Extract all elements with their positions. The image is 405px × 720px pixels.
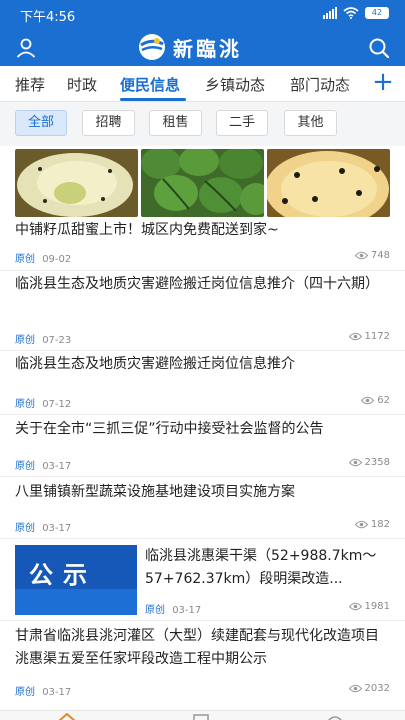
news-meta: 原创 07-23 1172: [15, 331, 390, 347]
news-photo-watermelons[interactable]: [141, 149, 264, 217]
bottom-nav-bar: [0, 710, 405, 720]
tab-recommend[interactable]: 推荐: [15, 74, 45, 95]
news-date: 03-17: [42, 461, 72, 472]
app-logo: 新臨洮: [137, 32, 242, 62]
user-icon[interactable]: [14, 36, 38, 60]
eye-icon: [361, 396, 375, 405]
news-date: 03-17: [172, 605, 202, 616]
news-meta: 原创 03-17 182: [15, 519, 390, 535]
divider: [0, 270, 405, 271]
news-photo-melon-slice[interactable]: [15, 149, 138, 217]
view-count-value: 2358: [364, 457, 390, 468]
news-meta: 原创 07-12 62: [15, 395, 390, 411]
news-date: 07-23: [42, 335, 72, 346]
news-meta: 原创 03-17 2032: [15, 683, 390, 699]
search-icon[interactable]: [367, 36, 391, 60]
profile-icon[interactable]: [326, 713, 344, 720]
tabs-fade: [341, 66, 371, 101]
eye-icon: [354, 520, 368, 529]
view-count-value: 1981: [364, 601, 390, 612]
filter-all[interactable]: 全部: [15, 110, 67, 136]
news-title[interactable]: 关于在全市“三抓三促”行动中接受社会监督的公告: [15, 418, 390, 441]
home-icon[interactable]: [58, 713, 76, 720]
view-count-value: 748: [370, 250, 390, 261]
news-thumbnail-notice[interactable]: 公示: [15, 545, 137, 615]
view-count-value: 62: [377, 395, 390, 406]
news-title[interactable]: 临洮县生态及地质灾害避险搬迁岗位信息推介: [15, 353, 390, 376]
tab-town-news[interactable]: 乡镇动态: [205, 74, 265, 95]
filter-jobs[interactable]: 招聘: [82, 110, 135, 136]
news-title[interactable]: 中铺籽瓜甜蜜上市！城区内免费配送到家~: [15, 219, 390, 242]
news-title[interactable]: 临洮县洮惠渠干渠（52+988.7km～57+762.37km）段明渠改造...: [145, 545, 390, 591]
news-source: 原创: [15, 461, 35, 472]
eye-icon: [348, 458, 362, 467]
news-meta: 原创 09-02 748: [15, 250, 390, 266]
view-count: 2032: [348, 683, 390, 694]
view-count: 2358: [348, 457, 390, 468]
view-count-value: 182: [370, 519, 390, 530]
view-count: 748: [354, 250, 390, 261]
news-date: 07-12: [42, 399, 72, 410]
news-source: 原创: [15, 254, 35, 265]
eye-icon: [354, 251, 368, 260]
brand-name: 新臨洮: [173, 36, 242, 61]
news-photo-melon-seeds[interactable]: [267, 149, 390, 217]
view-count: 1981: [348, 601, 390, 612]
news-source: 原创: [15, 687, 35, 698]
news-source: 原创: [15, 335, 35, 346]
divider: [0, 538, 405, 539]
tab-politics[interactable]: 时政: [67, 74, 97, 95]
add-channel-button[interactable]: +: [369, 69, 397, 97]
thumbnail-text: 公示: [29, 561, 97, 589]
divider: [0, 350, 405, 351]
filter-second-hand[interactable]: 二手: [216, 110, 268, 136]
eye-icon: [348, 684, 362, 693]
tab-convenience-info[interactable]: 便民信息: [120, 74, 180, 95]
view-count: 62: [361, 395, 390, 406]
news-title[interactable]: 临洮县生态及地质灾害避险搬迁岗位信息推介（四十六期）: [15, 273, 390, 296]
news-meta: 原创 03-17 1981: [145, 601, 390, 617]
eye-icon: [348, 602, 362, 611]
filter-rent-sale[interactable]: 租售: [149, 110, 202, 136]
category-tabs: 推荐 时政 便民信息 乡镇动态 部门动态 +: [0, 66, 405, 102]
news-source: 原创: [15, 399, 35, 410]
filter-other[interactable]: 其他: [284, 110, 337, 136]
active-tab-indicator: [120, 98, 186, 101]
divider: [0, 620, 405, 621]
news-date: 03-17: [42, 523, 72, 534]
news-date: 03-17: [42, 687, 72, 698]
view-count: 1172: [348, 331, 390, 342]
status-time: 下午4:56: [20, 10, 76, 25]
status-bar: 下午4:56 42: [0, 0, 405, 30]
view-count-value: 2032: [364, 683, 390, 694]
logo-emblem-icon: [139, 34, 165, 60]
status-icons: 42: [323, 7, 389, 19]
thumbnail-band: [15, 589, 137, 615]
app-header: 新臨洮: [0, 30, 405, 66]
divider: [0, 476, 405, 477]
divider: [0, 414, 405, 415]
filter-bar: 全部 招聘 租售 二手 其他: [0, 102, 405, 146]
news-date: 09-02: [42, 254, 72, 265]
news-title[interactable]: 八里铺镇新型蔬菜设施基地建设项目实施方案: [15, 481, 390, 504]
wifi-icon: [343, 7, 359, 19]
battery-icon: 42: [365, 7, 389, 19]
eye-icon: [348, 332, 362, 341]
service-icon[interactable]: [192, 713, 210, 720]
news-title[interactable]: 甘肃省临洮县洮河灌区（大型）续建配套与现代化改造项目洮惠渠五爱至任家坪段改造工程…: [15, 625, 390, 671]
news-meta: 原创 03-17 2358: [15, 457, 390, 473]
view-count: 182: [354, 519, 390, 530]
news-source: 原创: [15, 523, 35, 534]
news-source: 原创: [145, 605, 165, 616]
view-count-value: 1172: [364, 331, 390, 342]
signal-icon: [323, 7, 337, 19]
